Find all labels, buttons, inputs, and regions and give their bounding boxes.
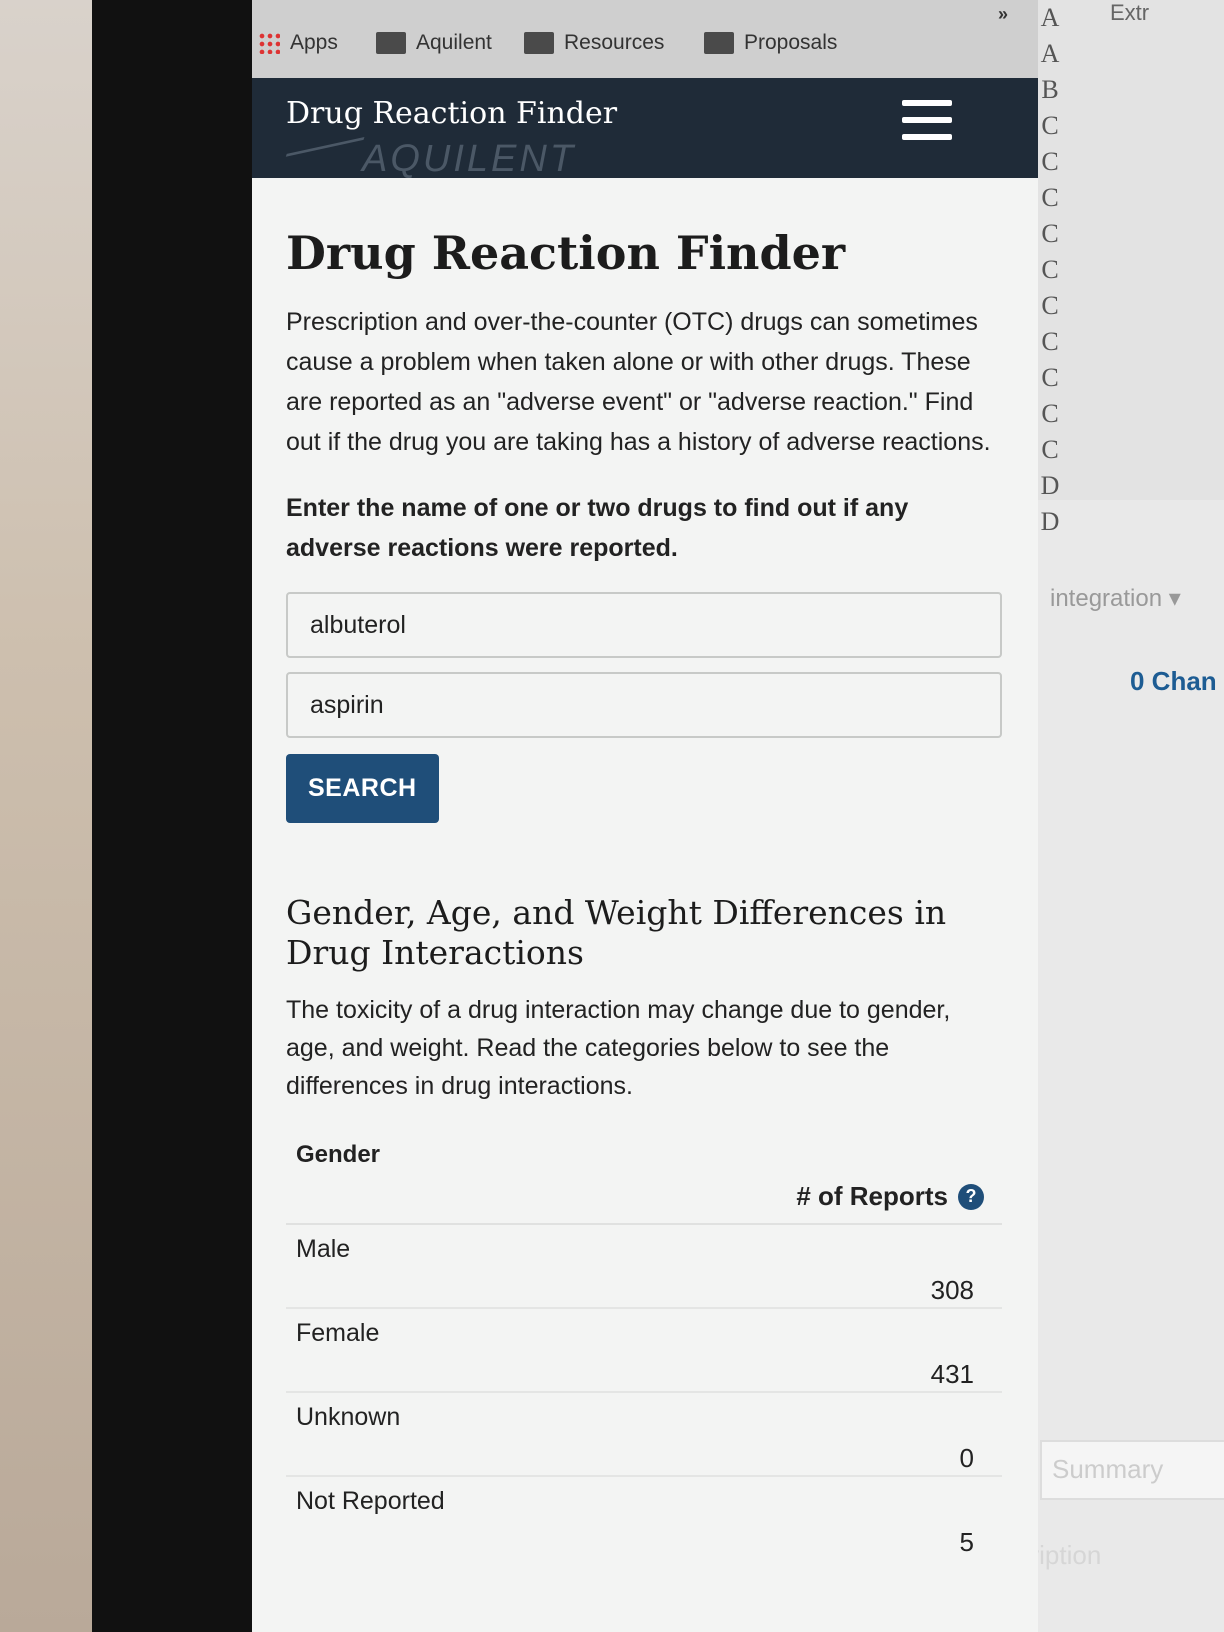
row-count: 0 bbox=[959, 1443, 974, 1473]
background-letter: C bbox=[1041, 147, 1059, 176]
search-button[interactable]: SEARCH bbox=[286, 754, 439, 823]
row-label: Male bbox=[296, 1235, 351, 1263]
logo-mark-icon bbox=[277, 136, 365, 183]
main-content: Drug Reaction Finder Prescription and ov… bbox=[252, 178, 1038, 1632]
table-row: Unknown 0 bbox=[286, 1393, 1002, 1477]
apps-grid-icon bbox=[258, 32, 280, 54]
bookmark-label: Apps bbox=[290, 31, 338, 54]
column-header-reports: # of Reports ? bbox=[796, 1181, 984, 1212]
integration-dropdown[interactable]: integration ▾ bbox=[1050, 584, 1181, 613]
background-letter: C bbox=[1041, 219, 1059, 248]
aquilent-logo: AQUILENT bbox=[277, 136, 577, 183]
row-label: Female bbox=[296, 1319, 380, 1347]
help-icon[interactable]: ? bbox=[958, 1183, 984, 1210]
drug-2-input[interactable] bbox=[286, 672, 1002, 738]
bookmarks-overflow-button[interactable]: » bbox=[998, 4, 1008, 25]
bookmark-resources[interactable]: Resources bbox=[524, 26, 664, 60]
table-row: Not Reported 5 bbox=[286, 1477, 1002, 1559]
bookmark-apps[interactable]: Apps bbox=[258, 26, 338, 60]
background-letter: C bbox=[1041, 399, 1059, 428]
page-title: Drug Reaction Finder bbox=[286, 226, 846, 280]
background-tab-label[interactable]: Extr bbox=[1110, 0, 1149, 26]
background-letter: D bbox=[1040, 471, 1060, 500]
folder-icon bbox=[704, 32, 734, 54]
background-letter-column: A A B C C C C C C C C C C D D bbox=[1036, 0, 1064, 540]
row-count: 431 bbox=[930, 1359, 974, 1389]
background-letter: C bbox=[1041, 363, 1059, 392]
column-header-gender: Gender bbox=[296, 1141, 381, 1168]
desk-background bbox=[0, 0, 100, 1632]
background-letter: C bbox=[1041, 111, 1059, 140]
bookmark-label: Proposals bbox=[744, 31, 838, 54]
bookmark-label: Aquilent bbox=[416, 31, 492, 54]
bookmark-label: Resources bbox=[564, 31, 665, 54]
bookmarks-bar: Apps Aquilent Resources Proposals » bbox=[252, 0, 1038, 79]
background-letter: C bbox=[1041, 435, 1059, 464]
row-label: Unknown bbox=[296, 1403, 401, 1431]
row-count: 5 bbox=[959, 1527, 974, 1557]
changes-count-link[interactable]: 0 Chan bbox=[1130, 666, 1217, 697]
folder-icon bbox=[376, 32, 406, 54]
background-letter: C bbox=[1041, 183, 1059, 212]
section-heading: Gender, Age, and Weight Differences in D… bbox=[286, 893, 947, 972]
menu-icon[interactable] bbox=[902, 100, 952, 140]
background-letter: B bbox=[1041, 75, 1059, 104]
background-letter: C bbox=[1041, 327, 1059, 356]
section-description: The toxicity of a drug interaction may c… bbox=[286, 996, 951, 1100]
background-letter: C bbox=[1041, 291, 1059, 320]
table-row: Male 308 bbox=[286, 1225, 1002, 1309]
logo-text: AQUILENT bbox=[362, 138, 577, 180]
bookmark-proposals[interactable]: Proposals bbox=[704, 26, 837, 60]
summary-field[interactable]: Summary bbox=[1040, 1440, 1224, 1500]
row-count: 308 bbox=[930, 1275, 974, 1305]
site-title[interactable]: Drug Reaction Finder bbox=[286, 96, 617, 131]
background-letter: C bbox=[1041, 255, 1059, 284]
background-letter: A bbox=[1040, 39, 1060, 68]
gender-table-header: Gender # of Reports ? bbox=[286, 1131, 1002, 1225]
search-prompt: Enter the name of one or two drugs to fi… bbox=[286, 494, 909, 562]
row-label: Not Reported bbox=[296, 1487, 445, 1515]
bookmark-aquilent[interactable]: Aquilent bbox=[376, 26, 492, 60]
folder-icon bbox=[524, 32, 554, 54]
drug-1-input[interactable] bbox=[286, 592, 1002, 658]
reports-header-label: # of Reports bbox=[796, 1181, 948, 1211]
background-letter: A bbox=[1040, 3, 1060, 32]
monitor-bezel bbox=[92, 0, 252, 1632]
intro-text: Prescription and over-the-counter (OTC) … bbox=[286, 308, 991, 456]
table-row: Female 431 bbox=[286, 1309, 1002, 1393]
background-letter: D bbox=[1040, 507, 1060, 536]
site-navbar: Drug Reaction Finder AQUILENT bbox=[252, 78, 1038, 183]
